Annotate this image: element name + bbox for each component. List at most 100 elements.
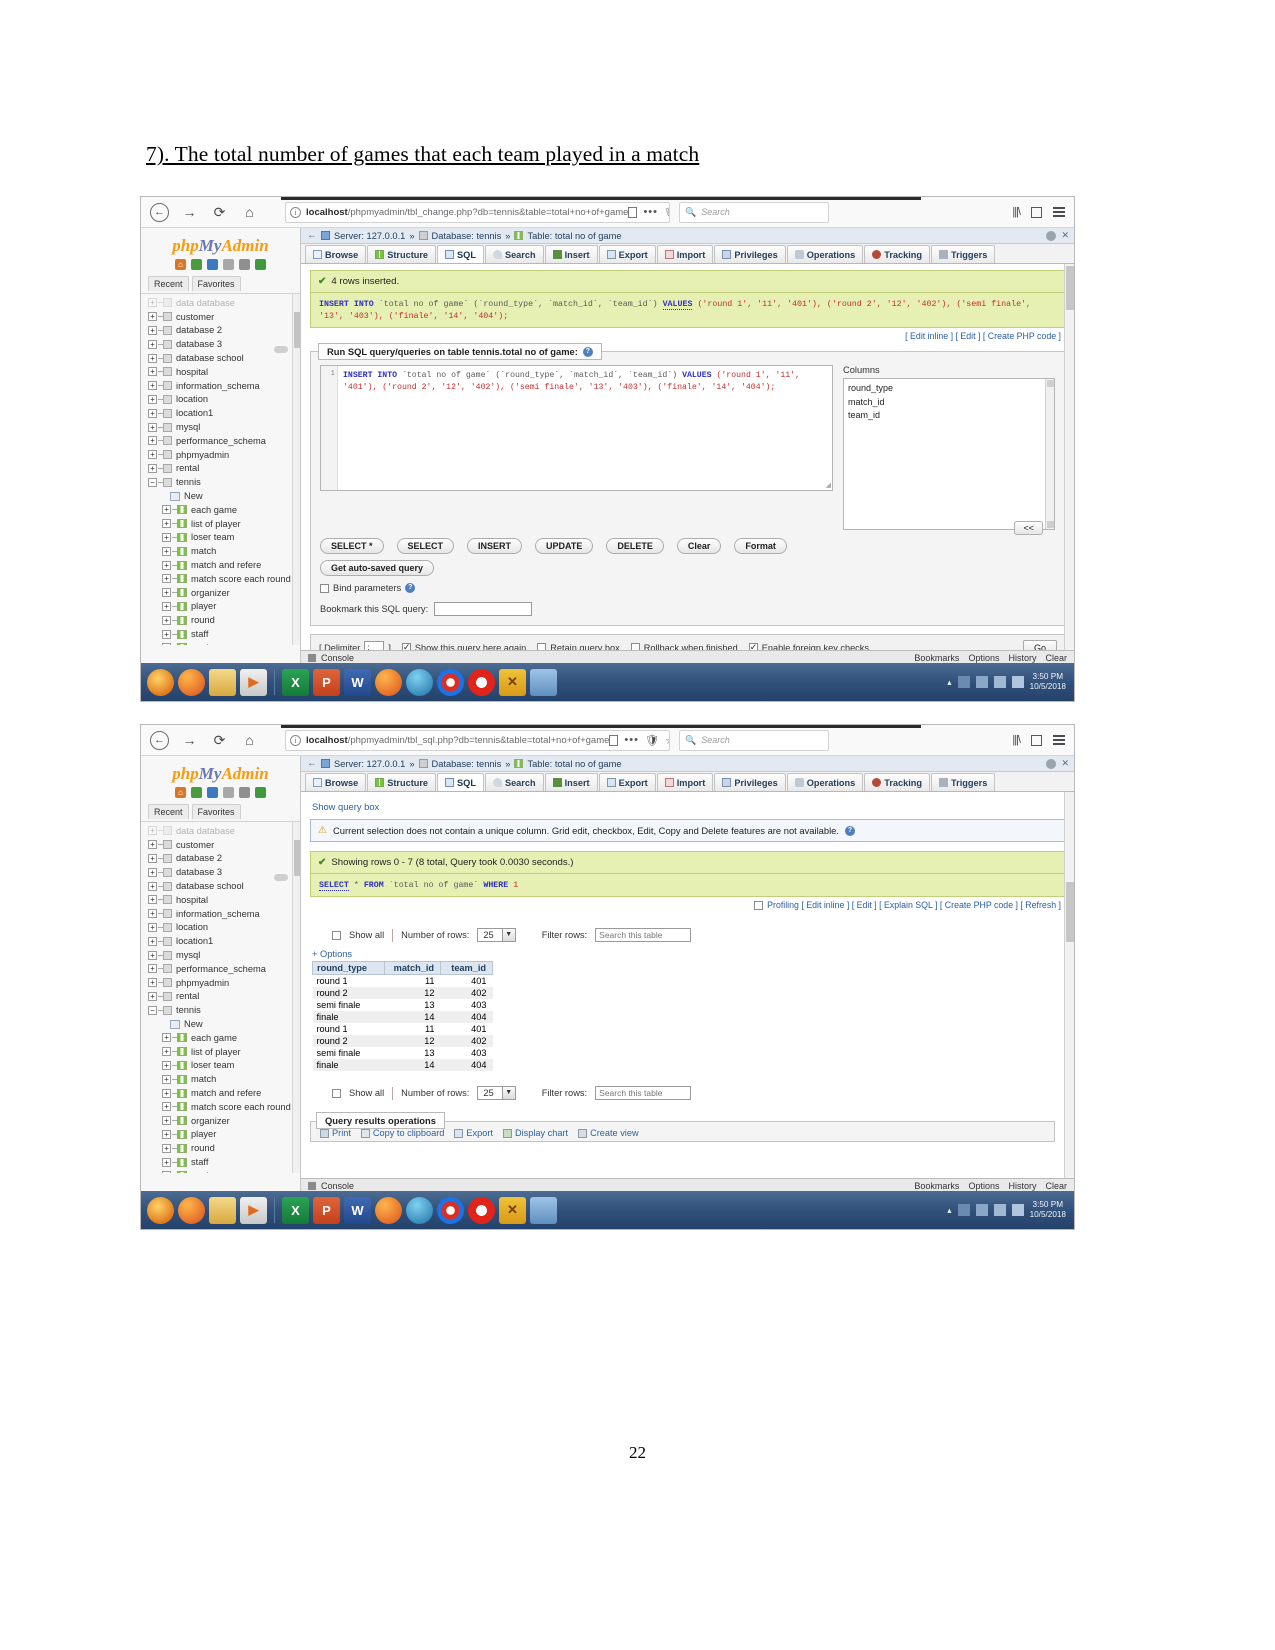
columns-list[interactable]: round_type match_id team_id [843,378,1055,531]
favorites-tab[interactable]: Favorites [191,804,241,819]
recent-favorites-tabs[interactable]: Recent Favorites [141,804,300,819]
tab-structure[interactable]: Structure [367,773,437,791]
action-center-icon[interactable] [1011,676,1024,688]
tree-item-table[interactable]: + organizer [141,586,300,600]
chevron-down-icon[interactable]: ▼ [501,929,515,942]
show-all-checkbox-top[interactable] [332,930,341,940]
phpmyadmin-logo[interactable]: phpMyAdmin [141,228,300,254]
tree-item-database[interactable]: + database 2 [141,852,300,866]
tree-item-new-table[interactable]: New [141,489,300,503]
console-bar[interactable]: Console Bookmarks Options History Clear [301,1178,1074,1192]
search-input[interactable]: 🔍 Search [679,729,829,751]
tree-item-database[interactable]: + mysql [141,420,300,434]
table-row[interactable]: round 2 12 402 [312,1035,493,1048]
console-bookmarks[interactable]: Bookmarks [914,653,959,663]
tree-item-database[interactable]: + location1 [141,406,300,420]
rows-controls-bottom[interactable]: Show all Number of rows: 25 ▼ Filter row… [310,1086,1065,1101]
refresh-icon[interactable] [255,259,266,270]
nav-scrollbar[interactable] [292,294,300,645]
tree-item-database[interactable]: + phpmyadmin [141,976,300,990]
tree-item-database[interactable]: + hospital [141,893,300,907]
tree-item-database[interactable]: + customer [141,838,300,852]
show-all-checkbox-bottom[interactable] [332,1088,341,1098]
profiling-checkbox[interactable] [754,900,764,910]
tree-item-database-tennis[interactable]: − tennis [141,475,300,489]
docs-icon[interactable] [223,259,234,270]
create-view-link[interactable]: Create view [578,1128,639,1138]
recent-tab[interactable]: Recent [148,276,189,291]
navigation-icon-row[interactable]: ⌂ [141,259,300,270]
tree-item-table[interactable]: +student [141,641,300,645]
settings-gear-icon[interactable] [1046,758,1057,769]
browser-nav-buttons[interactable]: ← → ⟳ ⌂ [141,202,259,222]
tab-sql[interactable]: SQL [437,245,484,263]
excel-icon[interactable]: X [282,1196,309,1224]
home-icon[interactable]: ⌂ [175,787,186,798]
editor-resize-handle[interactable]: ◢ [826,481,831,489]
tree-item-database[interactable]: + location [141,393,300,407]
page-actions-icon[interactable]: ••• [643,206,658,218]
tree-item-database[interactable]: + rental [141,990,300,1004]
settings-gear-icon[interactable] [1046,230,1057,241]
tree-item-database[interactable]: + location [141,921,300,935]
search-input[interactable]: 🔍 Search [679,201,829,223]
close-icon[interactable]: ✕ [1061,230,1069,241]
tree-item-table[interactable]: + loser team [141,531,300,545]
tab-operations[interactable]: Operations [786,245,864,263]
bind-parameters-row[interactable]: Bind parameters ? [320,583,1055,594]
help-icon[interactable]: ? [582,346,593,357]
chrome-icon[interactable] [437,1196,464,1224]
tree-item-table[interactable]: + match score each round [141,572,300,586]
back-icon[interactable]: ← [150,730,169,750]
tree-item-database[interactable]: + location1 [141,934,300,948]
insert-button[interactable]: INSERT [467,538,523,555]
table-row[interactable]: round 1 11 401 [312,974,493,988]
firefox-window-icon[interactable] [375,668,402,696]
page-scrollbar[interactable] [1064,792,1074,1192]
column-header-match-id[interactable]: match_id [384,961,441,976]
forward-icon[interactable]: → [180,731,199,750]
start-button-icon[interactable] [147,1196,174,1224]
column-header-round-type[interactable]: round_type [312,961,385,976]
console-clear[interactable]: Clear [1045,653,1067,663]
breadcrumb-table[interactable]: Table: total no of game [527,759,621,769]
refresh-icon[interactable] [255,787,266,798]
account-icon[interactable] [1031,734,1042,746]
show-query-box-link[interactable]: Show query box [310,798,1065,819]
system-tray[interactable]: ▴ 3:50 PM 10/5/2018 [947,672,1074,693]
print-link[interactable]: Print [320,1128,351,1138]
tray-app-icon[interactable] [957,676,970,688]
tree-item-database[interactable]: + phpmyadmin [141,448,300,462]
table-row[interactable]: finale 14 404 [312,1059,493,1072]
table-row[interactable]: semi finale 13 403 [312,999,493,1012]
tab-structure[interactable]: Structure [367,245,437,263]
file-explorer-icon[interactable] [209,668,236,696]
phpmyadmin-logo[interactable]: phpMyAdmin [141,756,300,782]
tree-item-database[interactable]: + performance_schema [141,962,300,976]
console-bookmarks[interactable]: Bookmarks [914,1181,959,1191]
reader-mode-icon[interactable] [628,206,638,218]
breadcrumb-database[interactable]: Database: tennis [432,759,502,769]
export-link[interactable]: Export [454,1128,493,1138]
console-label[interactable]: Console [321,653,354,663]
network-icon[interactable] [975,1204,988,1216]
tab-search[interactable]: Search [484,773,544,791]
volume-icon[interactable] [993,676,1006,688]
table-tabs[interactable]: Browse Structure SQL Search Insert Expor… [301,772,1074,792]
media-player-icon[interactable]: ▶ [240,1196,267,1224]
column-item[interactable]: match_id [848,396,1050,410]
tree-item-database[interactable]: + database 3 [141,865,300,879]
query-icon[interactable] [191,259,202,270]
select-star-button[interactable]: SELECT * [320,538,384,555]
tab-triggers[interactable]: Triggers [931,773,996,791]
close-icon[interactable]: ✕ [1061,758,1069,769]
breadcrumb-server[interactable]: Server: 127.0.0.1 [334,759,405,769]
tree-item-table[interactable]: + list of player [141,1045,300,1059]
query-icon[interactable] [191,787,202,798]
firefox-taskbar-icon[interactable] [178,1196,205,1224]
console-options[interactable]: Options [968,1181,999,1191]
shield-icon[interactable]: 🛡 [664,206,669,219]
tree-item-table[interactable]: + round [141,613,300,627]
reload-icon[interactable]: ⟳ [210,731,229,750]
tray-app-icon[interactable] [957,1204,970,1216]
